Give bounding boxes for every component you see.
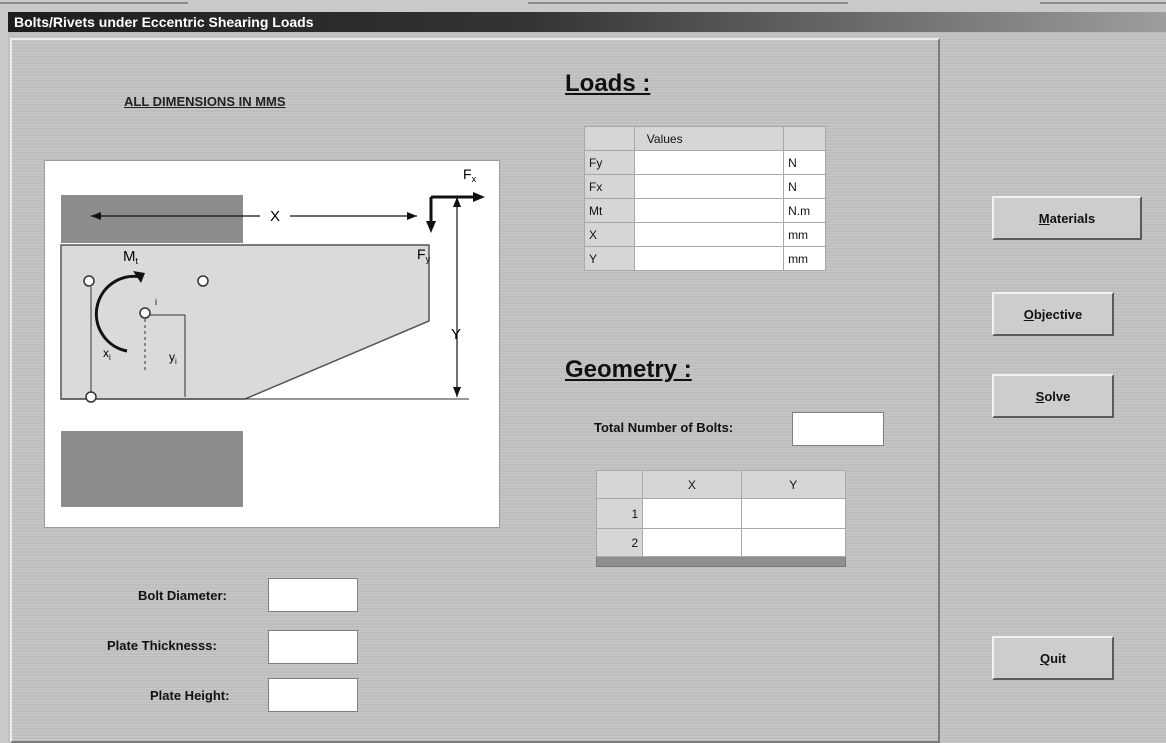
x-cell[interactable] (642, 528, 742, 557)
load-unit-cell: N.m (783, 198, 826, 223)
lower-support (61, 431, 243, 507)
load-row-label: Mt (584, 198, 635, 223)
bolt-hole (83, 275, 95, 287)
unit-column-header (783, 126, 826, 151)
i-label: i (155, 297, 157, 307)
plate-thickness-label: Plate Thicknesss: (107, 638, 217, 653)
x-label: X (270, 208, 280, 225)
corner-cell (595, 470, 644, 499)
load-row-label: Y (584, 246, 635, 271)
plate-thickness-input[interactable] (268, 630, 358, 664)
bolt-hole (197, 275, 209, 287)
load-row-fx: Fx N (584, 174, 826, 199)
objective-accesskey: O (1023, 306, 1034, 322)
y-arrowhead-bottom (453, 387, 461, 397)
solve-label: olve (1044, 388, 1071, 404)
coordinates-row: 2 (595, 528, 847, 557)
solve-button[interactable]: Solve (992, 374, 1114, 418)
units-note: ALL DIMENSIONS IN MMS (124, 94, 286, 109)
load-unit-cell: N (783, 174, 826, 199)
load-unit-cell: mm (783, 246, 826, 271)
values-column-header: Values (633, 126, 785, 151)
bolt-hole (85, 391, 97, 403)
load-unit-cell: mm (783, 222, 826, 247)
quit-label: uit (1050, 650, 1066, 666)
y-cell[interactable] (740, 498, 847, 529)
bolt-hole (139, 307, 151, 319)
x-cell[interactable] (642, 498, 742, 529)
y-label: Y (451, 326, 461, 343)
row-index: 2 (595, 528, 644, 557)
window-title: Bolts/Rivets under Eccentric Shearing Lo… (8, 12, 1166, 32)
corner-cell (584, 126, 635, 151)
loads-grid[interactable]: Values Fy N Fx N Mt N.m X mm Y mm (584, 126, 826, 271)
bolt-diagram: X Fx Fy Y Mt i xi yi (44, 160, 500, 528)
objective-button[interactable]: Objective (992, 292, 1114, 336)
loads-heading: Loads : (565, 70, 651, 97)
geometry-heading: Geometry : (565, 356, 692, 383)
quit-accesskey: Q (1039, 650, 1051, 666)
top-edge-line (0, 2, 188, 4)
fx-label: Fx (463, 166, 477, 184)
load-row-label: Fy (584, 150, 635, 175)
upper-support (61, 195, 243, 243)
load-row-x: X mm (584, 222, 826, 247)
y-column-header: Y (740, 470, 847, 499)
materials-button[interactable]: Materials (992, 196, 1142, 240)
load-value-cell[interactable] (633, 246, 785, 271)
load-row-fy: Fy N (584, 150, 826, 175)
fy-arrowhead (426, 221, 436, 233)
load-row-y: Y mm (584, 246, 826, 271)
loads-grid-header: Values (584, 126, 826, 151)
bolt-diameter-label: Bolt Diameter: (138, 588, 227, 603)
total-bolts-input[interactable] (792, 412, 884, 446)
load-value-cell[interactable] (633, 198, 785, 223)
load-row-label: Fx (584, 174, 635, 199)
load-value-cell[interactable] (633, 174, 785, 199)
quit-button[interactable]: Quit (992, 636, 1114, 680)
fx-arrowhead (473, 192, 485, 202)
load-row-label: X (584, 222, 635, 247)
load-value-cell[interactable] (633, 222, 785, 247)
bolt-coordinates-grid[interactable]: X Y 1 2 (595, 470, 847, 567)
materials-label: aterials (1049, 210, 1096, 226)
grid-scroll-strip (596, 556, 846, 567)
grid-footer-bar (596, 556, 846, 567)
solve-accesskey: S (1035, 388, 1045, 404)
row-index: 1 (595, 498, 644, 529)
total-bolts-label: Total Number of Bolts: (594, 420, 734, 435)
x-arrowhead-right (407, 212, 417, 220)
coordinates-grid-header: X Y (595, 470, 847, 499)
materials-accesskey: M (1038, 210, 1050, 226)
load-unit-cell: N (783, 150, 826, 175)
x-column-header: X (642, 470, 742, 499)
bolt-diameter-input[interactable] (268, 578, 358, 612)
y-cell[interactable] (740, 528, 847, 557)
plate-height-label: Plate Height: (150, 688, 230, 703)
plate-height-input[interactable] (268, 678, 358, 712)
top-edge-line (1040, 2, 1166, 4)
load-row-mt: Mt N.m (584, 198, 826, 223)
load-value-cell[interactable] (633, 150, 785, 175)
objective-label: bjective (1033, 306, 1083, 322)
plate (60, 244, 430, 400)
coordinates-row: 1 (595, 498, 847, 529)
top-edge-line (528, 2, 848, 4)
